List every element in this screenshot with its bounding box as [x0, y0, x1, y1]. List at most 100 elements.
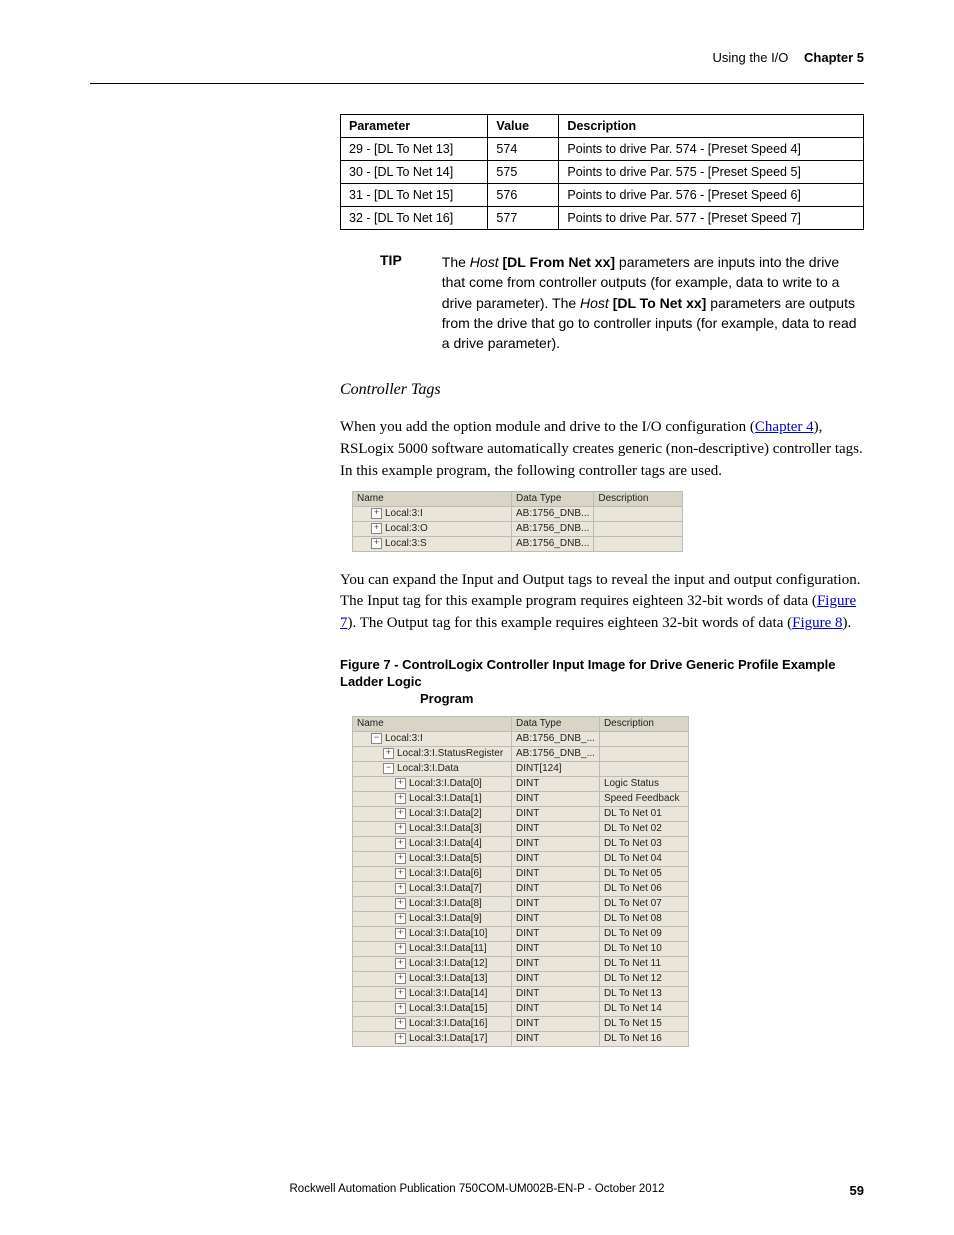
- figure7-table: Name Data Type Description −Local:3:IAB:…: [352, 716, 689, 1047]
- table-row: −Local:3:I.DataDINT[124]: [353, 761, 689, 776]
- expand-icon[interactable]: +: [395, 943, 406, 954]
- section-subtitle: Controller Tags: [340, 381, 864, 399]
- description-cell: DL To Net 05: [599, 866, 688, 881]
- description-cell: DL To Net 08: [599, 911, 688, 926]
- description-cell: DL To Net 10: [599, 941, 688, 956]
- tag-name: Local:3:O: [385, 523, 428, 534]
- paramtable-h1: Value: [488, 115, 559, 138]
- expand-icon[interactable]: +: [395, 838, 406, 849]
- data-type-cell: DINT: [512, 851, 600, 866]
- tag-name: Local:3:S: [385, 538, 427, 549]
- name-cell: +Local:3:I.Data[11]: [353, 941, 512, 956]
- tag-name: Local:3:I.Data[12]: [409, 958, 487, 969]
- tag-name: Local:3:I.StatusRegister: [397, 748, 503, 759]
- tag-name: Local:3:I.Data[15]: [409, 1003, 487, 1014]
- table-row: +Local:3:O AB:1756_DNB...: [353, 521, 683, 536]
- cell: 29 - [DL To Net 13]: [341, 138, 488, 161]
- data-type-cell: DINT: [512, 881, 600, 896]
- expand-icon[interactable]: +: [395, 1018, 406, 1029]
- tip-bold1: [DL From Net xx]: [502, 254, 615, 270]
- table-row: +Local:3:I.Data[8]DINTDL To Net 07: [353, 896, 689, 911]
- expand-icon[interactable]: +: [371, 508, 382, 519]
- tag-name: Local:3:I: [385, 508, 423, 519]
- table-row: +Local:3:I.StatusRegisterAB:1756_DNB_...: [353, 746, 689, 761]
- figure7-caption: Figure 7 - ControlLogix Controller Input…: [340, 657, 864, 708]
- expand-icon[interactable]: +: [395, 898, 406, 909]
- fig7-h0: Name: [353, 716, 512, 731]
- cell: 574: [488, 138, 559, 161]
- tag-name: Local:3:I.Data[13]: [409, 973, 487, 984]
- description-cell: DL To Net 04: [599, 851, 688, 866]
- header-section: Using the I/O: [713, 50, 789, 65]
- name-cell: +Local:3:I.Data[17]: [353, 1031, 512, 1046]
- description-cell: [594, 521, 683, 536]
- body-para-2: You can expand the Input and Output tags…: [340, 570, 864, 635]
- tag-name: Local:3:I.Data[10]: [409, 928, 487, 939]
- tip-bold2: [DL To Net xx]: [613, 295, 707, 311]
- expand-icon[interactable]: +: [371, 523, 382, 534]
- data-type-cell: DINT: [512, 776, 600, 791]
- tag-name: Local:3:I.Data[1]: [409, 793, 482, 804]
- name-cell: +Local:3:S: [353, 536, 512, 551]
- table-row: +Local:3:I.Data[13]DINTDL To Net 12: [353, 971, 689, 986]
- figure7-caption-line1: Figure 7 - ControlLogix Controller Input…: [340, 657, 836, 689]
- cell: Points to drive Par. 576 - [Preset Speed…: [559, 184, 864, 207]
- data-type-cell: DINT: [512, 806, 600, 821]
- name-cell: +Local:3:I.Data[7]: [353, 881, 512, 896]
- name-cell: +Local:3:I.Data[1]: [353, 791, 512, 806]
- table-row: +Local:3:I.Data[12]DINTDL To Net 11: [353, 956, 689, 971]
- name-cell: +Local:3:I.Data[12]: [353, 956, 512, 971]
- parameter-table: Parameter Value Description 29 - [DL To …: [340, 114, 864, 230]
- p2-a: You can expand the Input and Output tags…: [340, 572, 860, 610]
- name-cell: −Local:3:I.Data: [353, 761, 512, 776]
- table-row: +Local:3:I.Data[16]DINTDL To Net 15: [353, 1016, 689, 1031]
- expand-icon[interactable]: +: [383, 748, 394, 759]
- tags-h0: Name: [353, 491, 512, 506]
- name-cell: +Local:3:I.Data[16]: [353, 1016, 512, 1031]
- description-cell: DL To Net 14: [599, 1001, 688, 1016]
- table-row: +Local:3:I.Data[1]DINTSpeed Feedback: [353, 791, 689, 806]
- table-row: +Local:3:I.Data[15]DINTDL To Net 14: [353, 1001, 689, 1016]
- link-chapter4[interactable]: Chapter 4: [755, 419, 814, 435]
- header-rule: [90, 83, 864, 84]
- tag-name: Local:3:I: [385, 733, 423, 744]
- expand-icon[interactable]: +: [395, 973, 406, 984]
- expand-icon[interactable]: +: [395, 883, 406, 894]
- tag-name: Local:3:I.Data[16]: [409, 1018, 487, 1029]
- name-cell: +Local:3:I.StatusRegister: [353, 746, 512, 761]
- description-cell: DL To Net 03: [599, 836, 688, 851]
- expand-icon[interactable]: +: [395, 808, 406, 819]
- cell: 575: [488, 161, 559, 184]
- data-type-cell: DINT: [512, 791, 600, 806]
- expand-icon[interactable]: +: [395, 1033, 406, 1044]
- table-row: +Local:3:I.Data[11]DINTDL To Net 10: [353, 941, 689, 956]
- description-cell: DL To Net 12: [599, 971, 688, 986]
- table-row: +Local:3:SAB:1756_DNB...: [353, 536, 683, 551]
- collapse-icon[interactable]: −: [371, 733, 382, 744]
- data-type-cell: AB:1756_DNB...: [512, 536, 594, 551]
- collapse-icon[interactable]: −: [383, 763, 394, 774]
- description-cell: DL To Net 11: [599, 956, 688, 971]
- table-row: 30 - [DL To Net 14]575Points to drive Pa…: [341, 161, 864, 184]
- data-type-cell: AB:1756_DNB...: [512, 521, 594, 536]
- table-row: +Local:3:I.Data[9]DINTDL To Net 08: [353, 911, 689, 926]
- tag-name: Local:3:I.Data[7]: [409, 883, 482, 894]
- expand-icon[interactable]: +: [395, 958, 406, 969]
- expand-icon[interactable]: +: [395, 793, 406, 804]
- expand-icon[interactable]: +: [371, 538, 382, 549]
- data-type-cell: AB:1756_DNB_...: [512, 746, 600, 761]
- expand-icon[interactable]: +: [395, 868, 406, 879]
- expand-icon[interactable]: +: [395, 853, 406, 864]
- expand-icon[interactable]: +: [395, 988, 406, 999]
- paramtable-h0: Parameter: [341, 115, 488, 138]
- expand-icon[interactable]: +: [395, 1003, 406, 1014]
- expand-icon[interactable]: +: [395, 913, 406, 924]
- description-cell: DL To Net 01: [599, 806, 688, 821]
- expand-icon[interactable]: +: [395, 823, 406, 834]
- table-row: +Local:3:I.Data[10]DINTDL To Net 09: [353, 926, 689, 941]
- body-para-1: When you add the option module and drive…: [340, 417, 864, 482]
- expand-icon[interactable]: +: [395, 928, 406, 939]
- expand-icon[interactable]: +: [395, 778, 406, 789]
- link-figure8[interactable]: Figure 8: [792, 615, 842, 631]
- data-type-cell: DINT: [512, 986, 600, 1001]
